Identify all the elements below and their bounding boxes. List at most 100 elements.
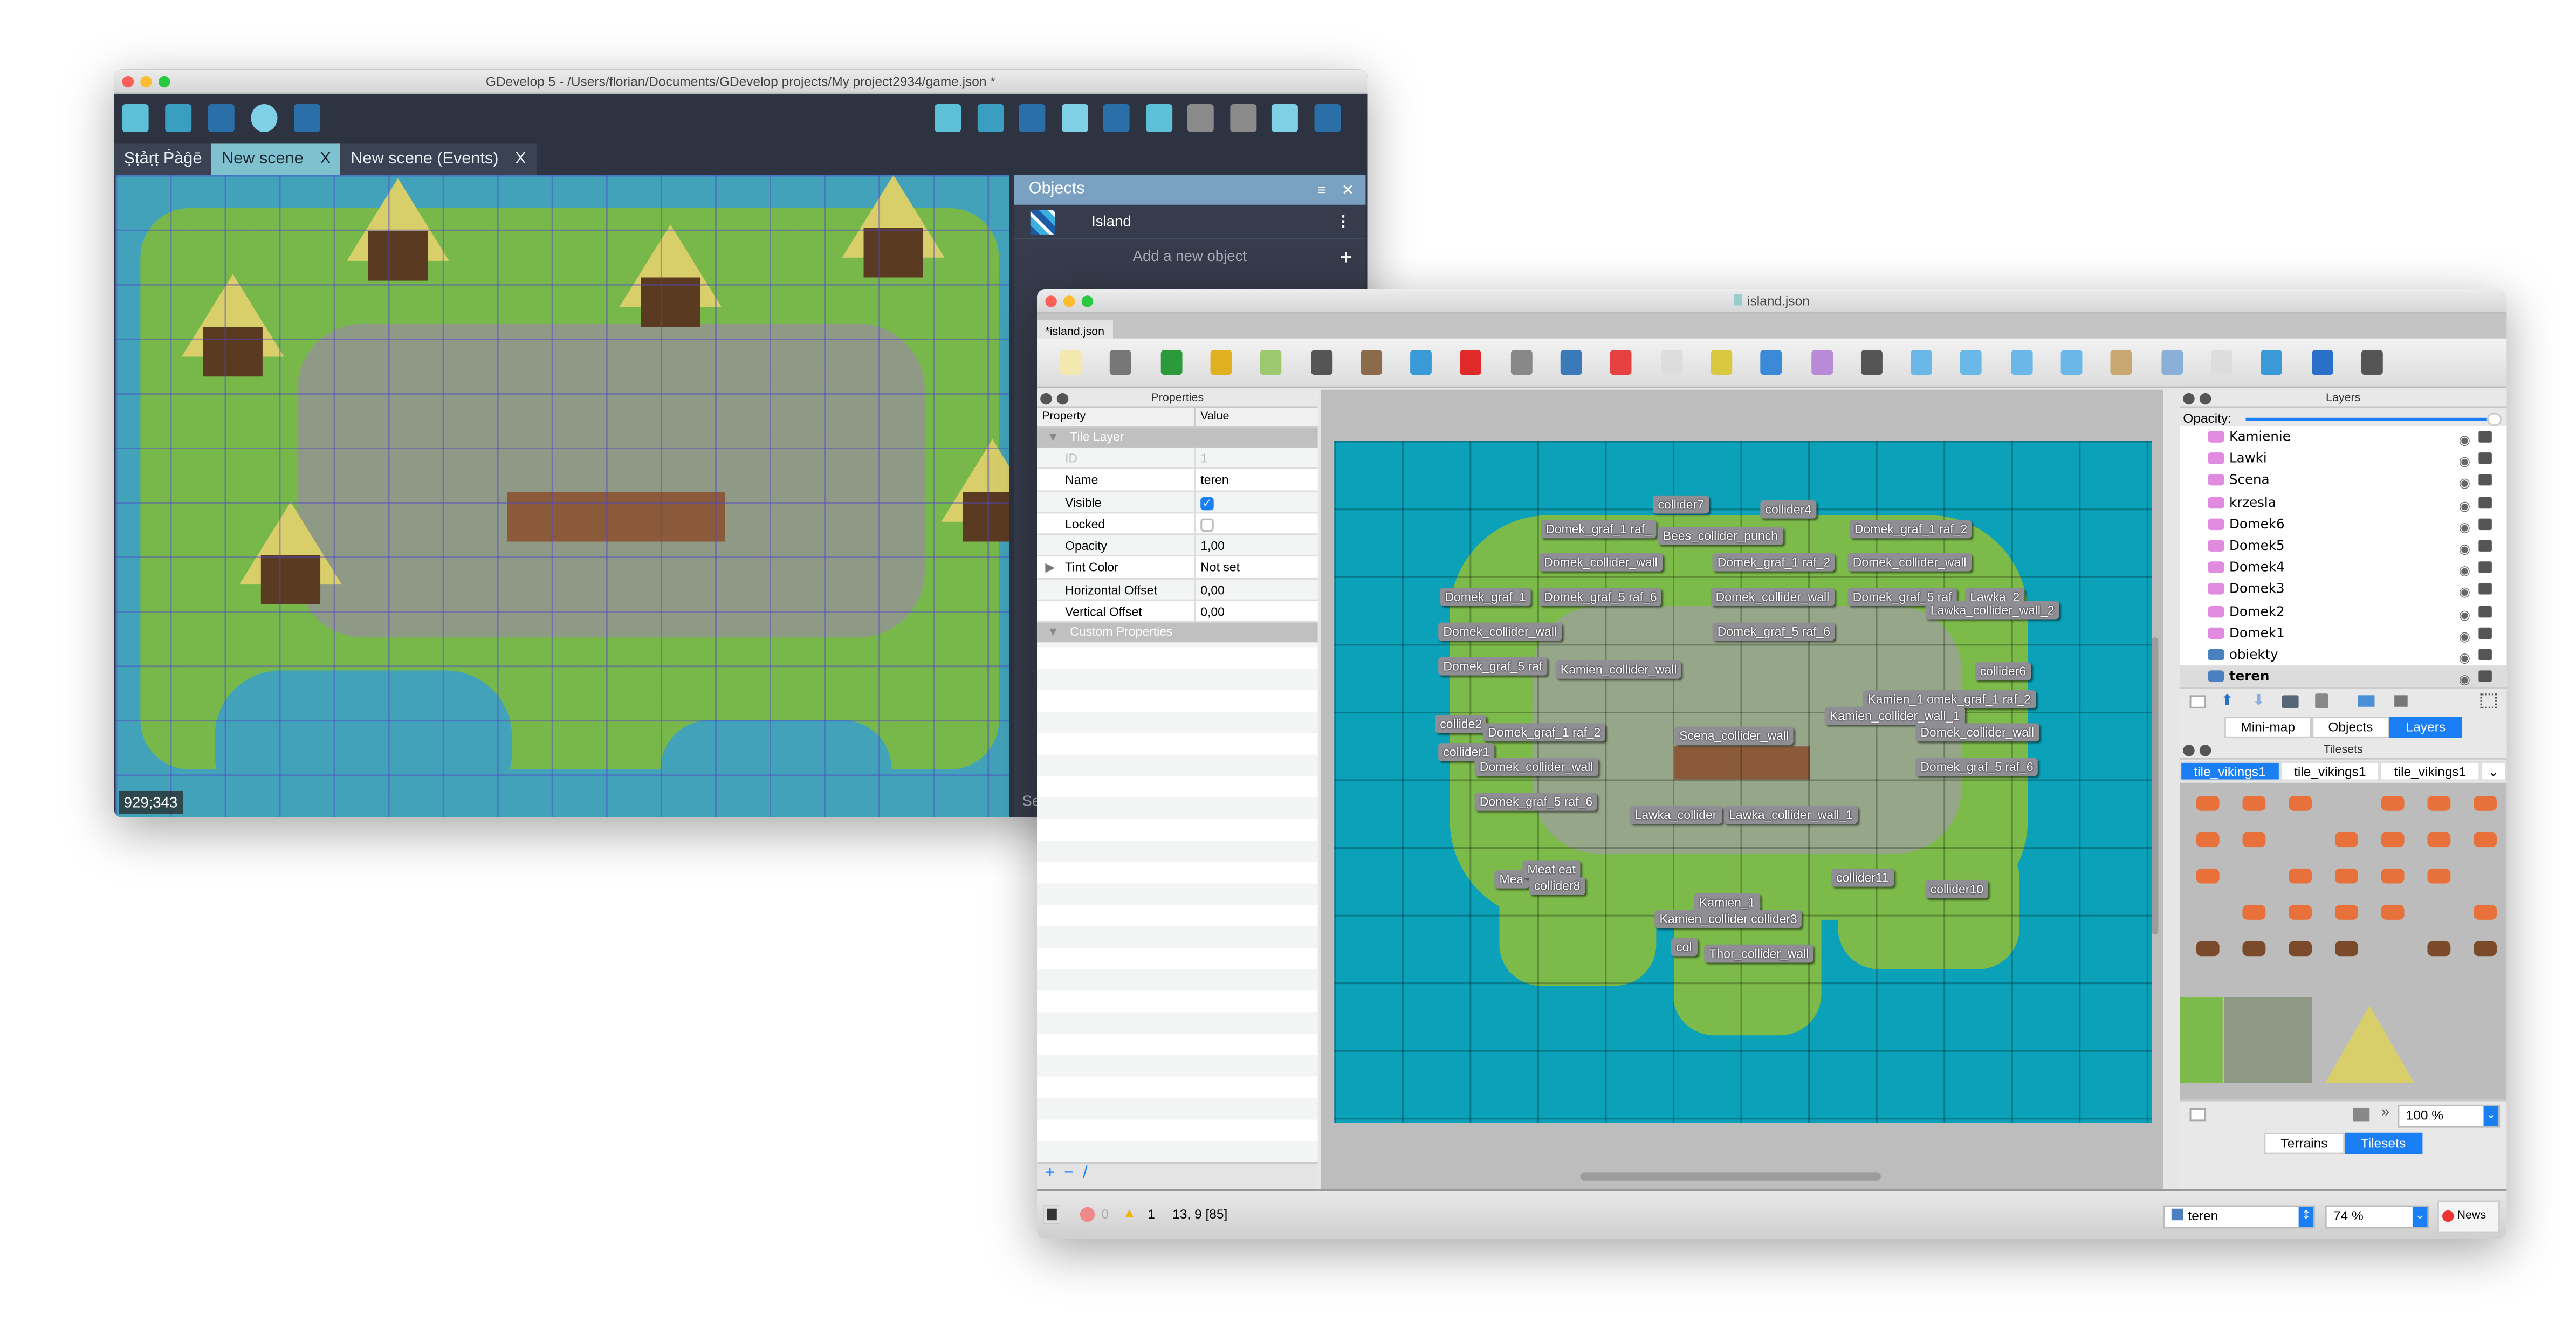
map-object-label[interactable]: Domek_graf_1 raf_2 <box>1482 723 1606 742</box>
map-object-label[interactable]: Thor_collider_wall <box>1704 944 1814 963</box>
tab-objects[interactable]: Objects <box>2311 717 2390 738</box>
shape-fill-icon[interactable] <box>1560 350 1582 375</box>
map-object-label[interactable]: collide2 <box>1435 715 1487 733</box>
tile-sprite[interactable] <box>2474 832 2497 848</box>
checkbox-checked[interactable]: ✓ <box>1200 496 1214 510</box>
duplicate-layer-icon[interactable] <box>2282 695 2299 708</box>
tile-sprite[interactable] <box>2334 905 2358 920</box>
eye-icon[interactable]: ◉ <box>2459 669 2470 687</box>
error-icon[interactable] <box>1080 1207 1095 1222</box>
property-row-locked[interactable]: Locked <box>1037 513 1318 535</box>
opacity-slider[interactable] <box>2245 417 2497 421</box>
tab-new-scene-events[interactable]: New scene (Events) X <box>341 143 536 175</box>
eraser-icon[interactable] <box>1610 350 1632 375</box>
property-row-horizontal-offset[interactable]: Horizontal Offset 0,00 <box>1037 579 1318 601</box>
unlock-icon[interactable] <box>2478 649 2492 660</box>
close-window-button[interactable] <box>122 75 134 88</box>
roof-tile[interactable] <box>2325 1006 2414 1083</box>
unlock-icon[interactable] <box>2478 431 2492 443</box>
map-object-label[interactable]: collider6 <box>1975 662 2031 680</box>
bucket-fill-icon[interactable] <box>1510 350 1532 375</box>
insert-ellipse-icon[interactable] <box>2010 350 2032 375</box>
insert-template-icon[interactable] <box>2161 350 2182 375</box>
tile-sprite[interactable] <box>2334 868 2358 884</box>
new-tileset-icon[interactable] <box>2189 1107 2207 1122</box>
tab-tilesets[interactable]: Tilesets <box>2344 1132 2422 1154</box>
rectangular-select-icon[interactable] <box>1660 350 1682 375</box>
property-row-id[interactable]: ID 1 <box>1037 447 1318 470</box>
map-object-label[interactable]: Kamien_collider_wall_1 <box>1824 706 1965 725</box>
float-dock-icon[interactable] <box>1056 393 1069 405</box>
vertical-scrollbar[interactable] <box>2152 637 2159 935</box>
property-value[interactable] <box>1196 513 1214 534</box>
map-object-label[interactable]: Lawka_collider_wall_2 <box>1925 601 2059 620</box>
tile-sprite[interactable] <box>2242 832 2266 848</box>
magic-wand-icon[interactable] <box>1711 350 1732 375</box>
tile-sprite[interactable] <box>2289 796 2312 811</box>
random-mode-icon[interactable] <box>1310 350 1332 375</box>
property-row-tint-color[interactable]: ▶ Tint Color Not set <box>1037 557 1318 580</box>
tile-sprite[interactable] <box>2381 796 2405 811</box>
tile-sprite[interactable] <box>2381 905 2405 920</box>
tile-sprite[interactable] <box>2242 796 2266 811</box>
tile-sprite[interactable] <box>2474 796 2497 811</box>
unlock-icon[interactable] <box>2478 583 2492 595</box>
grass-tile[interactable] <box>2180 997 2223 1083</box>
layer-item-scena[interactable]: Scena ◉ <box>2180 470 2506 491</box>
map-object-label[interactable]: Domek_graf_5 raf_6 <box>1538 588 1662 606</box>
console-icon[interactable] <box>1043 1205 1060 1224</box>
insert-point-icon[interactable] <box>1961 350 1982 375</box>
edit-polygons-icon[interactable] <box>1860 350 1883 375</box>
map-object-label[interactable]: Domek_collider_wall <box>1711 588 1835 606</box>
close-dock-icon[interactable] <box>1040 393 1052 405</box>
wang-brush-icon[interactable] <box>1460 350 1482 375</box>
layer-item-obiekty[interactable]: obiekty ◉ <box>2180 644 2506 665</box>
map-object-label[interactable]: Domek_collider_wall <box>1847 553 1972 572</box>
map-object-label[interactable]: Domek_collider_wall <box>1438 622 1562 641</box>
map-object-label[interactable]: collider8 <box>1529 877 1585 895</box>
stone-tile[interactable] <box>2224 997 2312 1083</box>
unlock-icon[interactable] <box>2478 518 2492 530</box>
zoom-icon[interactable] <box>1313 104 1340 132</box>
map-object-label[interactable]: Lawka_collider_wall_1 <box>1723 806 1858 824</box>
object-item-island[interactable]: Island ⋮ <box>1014 205 1366 240</box>
select-objects-icon[interactable] <box>1810 350 1832 375</box>
unlock-icon[interactable] <box>2478 627 2492 639</box>
property-value[interactable]: Not set <box>1196 558 1240 578</box>
tile-sprite[interactable] <box>2427 941 2451 957</box>
grid-icon[interactable] <box>1271 104 1298 132</box>
world-tool-icon[interactable] <box>2261 350 2283 375</box>
move-tool-icon[interactable] <box>2311 350 2333 375</box>
layer-item-kamienie[interactable]: Kamienie ◉ <box>2180 426 2506 448</box>
current-layer-combo[interactable]: teren ⇕ <box>2163 1205 2316 1229</box>
zoom-combo[interactable]: 74 % ⌄ <box>2325 1205 2429 1229</box>
tab-new-scene[interactable]: New scene X <box>211 143 341 175</box>
float-dock-icon[interactable] <box>2199 745 2211 756</box>
map-object-label[interactable]: Kamien_1 omek_graf_1 raf_2 <box>1863 690 2036 708</box>
tile-sprite[interactable] <box>2196 941 2220 957</box>
tile-sprite[interactable] <box>2196 868 2220 884</box>
toggle-other-layers-icon[interactable] <box>2358 695 2375 707</box>
tab-mini-map[interactable]: Mini-map <box>2224 717 2312 738</box>
property-value[interactable]: 0,00 <box>1196 579 1225 600</box>
close-dock-icon[interactable] <box>2183 745 2195 756</box>
checkbox-unchecked[interactable] <box>1200 518 1214 532</box>
stamp-brush-icon[interactable] <box>1360 350 1382 375</box>
property-row-name[interactable]: Name teren <box>1037 469 1318 492</box>
tile-sprite[interactable] <box>2196 832 2220 848</box>
unlock-icon[interactable] <box>2478 540 2492 552</box>
redo-icon[interactable] <box>1187 104 1214 132</box>
map-object-label[interactable]: collider11 <box>1831 868 1893 887</box>
map-object-label[interactable]: Domek_graf_1 raf_ <box>1541 520 1657 539</box>
map-object-label[interactable]: Domek_collider_wall <box>1915 723 2039 742</box>
tileset-tab[interactable]: tile_vikings1 <box>2380 761 2481 781</box>
layer-item-domek3[interactable]: Domek3 ◉ <box>2180 579 2506 600</box>
map-object-label[interactable]: Kamien_collider collider3 <box>1654 910 1803 928</box>
map-object-label[interactable]: Scena_collider_wall <box>1674 726 1794 745</box>
unlock-icon[interactable] <box>2478 670 2492 683</box>
layers-icon[interactable] <box>1061 104 1088 132</box>
more-tools-icon[interactable] <box>2361 350 2383 375</box>
zoom-window-button[interactable] <box>158 75 170 88</box>
group-custom-properties[interactable]: ▼ Custom Properties <box>1037 623 1318 643</box>
tile-sprite[interactable] <box>2334 941 2358 957</box>
